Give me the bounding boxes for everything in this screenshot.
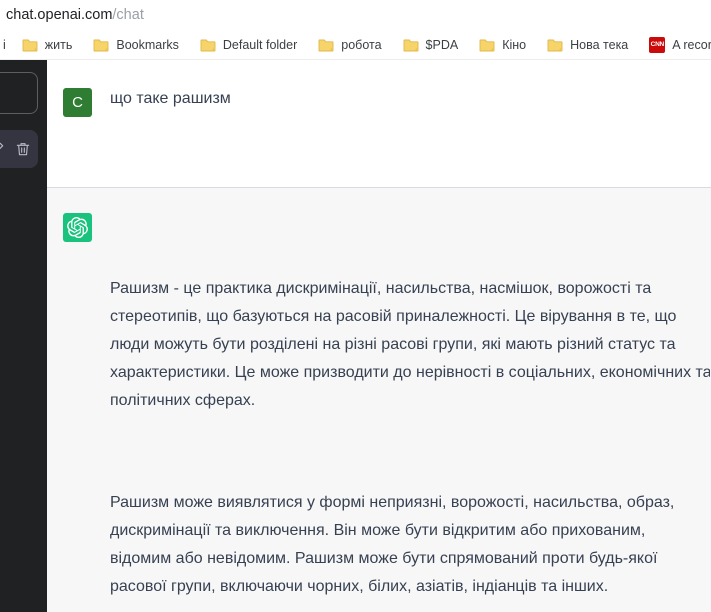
folder-icon: [22, 39, 38, 51]
url-path: /chat: [112, 7, 144, 23]
sidebar-selected-chat[interactable]: [0, 130, 38, 168]
bookmark-label: Нова тека: [570, 37, 629, 52]
bookmark-folder-nova-teka[interactable]: Нова тека: [547, 37, 628, 53]
folder-icon: [93, 39, 109, 51]
browser-chrome: chat.openai.com/chat і жить Bookmarks De…: [0, 0, 711, 60]
sidebar: [0, 60, 47, 612]
folder-icon: [479, 39, 495, 51]
bookmark-folder-kino[interactable]: Кіно: [479, 37, 526, 53]
bookmark-folder-bookmarks[interactable]: Bookmarks: [93, 37, 179, 53]
folder-icon: [403, 39, 418, 51]
assistant-paragraph-1: Рашизм - це практика дискримінації, наси…: [110, 280, 710, 409]
new-chat-button[interactable]: [0, 72, 38, 114]
bookmark-label: робота: [341, 37, 382, 52]
conversation: C що таке рашизм Рашизм - це практика ди…: [47, 60, 711, 612]
assistant-paragraph-2: Рашизм може виявлятися у формі неприязні…: [110, 494, 675, 595]
chatgpt-logo-icon: [63, 213, 92, 242]
bookmarks-bar: і жить Bookmarks Default folder робота $: [0, 30, 711, 60]
folder-icon: [318, 39, 334, 51]
assistant-message-row: Рашизм - це практика дискримінації, наси…: [47, 187, 711, 612]
bookmark-cnn-article[interactable]: CNN A record-high num...: [649, 36, 711, 53]
bookmark-label: $PDA: [425, 37, 459, 52]
user-message-row: C що таке рашизм: [47, 60, 711, 187]
assistant-message-text: Рашизм - це практика дискримінації, наси…: [110, 219, 710, 612]
folder-icon: [200, 39, 216, 51]
chatgpt-app: C що таке рашизм Рашизм - це практика ди…: [0, 60, 711, 612]
url-host: chat.openai.com: [6, 7, 113, 23]
bookmark-label: і: [3, 37, 6, 52]
folder-icon: [547, 39, 563, 51]
user-avatar-letter: C: [72, 94, 83, 111]
bookmark-label: A record-high num...: [672, 37, 711, 52]
bookmark-item-truncated[interactable]: і: [3, 38, 6, 52]
cnn-favicon-icon: CNN: [649, 36, 666, 53]
bookmark-folder-pda[interactable]: $PDA: [403, 37, 459, 53]
edit-pencil-icon[interactable]: [0, 141, 5, 157]
bookmark-label: жить: [44, 37, 73, 52]
bookmark-folder-robota[interactable]: робота: [318, 37, 382, 53]
bookmark-label: Default folder: [222, 37, 298, 52]
bookmark-folder-zhyt[interactable]: жить: [22, 37, 73, 53]
bookmark-label: Bookmarks: [116, 37, 179, 52]
user-message-text: що таке рашизм: [110, 90, 231, 107]
openai-flower-icon: [67, 217, 88, 238]
user-avatar: C: [63, 88, 92, 117]
bookmark-folder-default[interactable]: Default folder: [200, 37, 297, 53]
trash-icon[interactable]: [15, 141, 31, 157]
screenshot-root: chat.openai.com/chat і жить Bookmarks De…: [0, 0, 711, 612]
bookmark-label: Кіно: [502, 37, 527, 52]
address-bar[interactable]: chat.openai.com/chat: [0, 0, 711, 30]
